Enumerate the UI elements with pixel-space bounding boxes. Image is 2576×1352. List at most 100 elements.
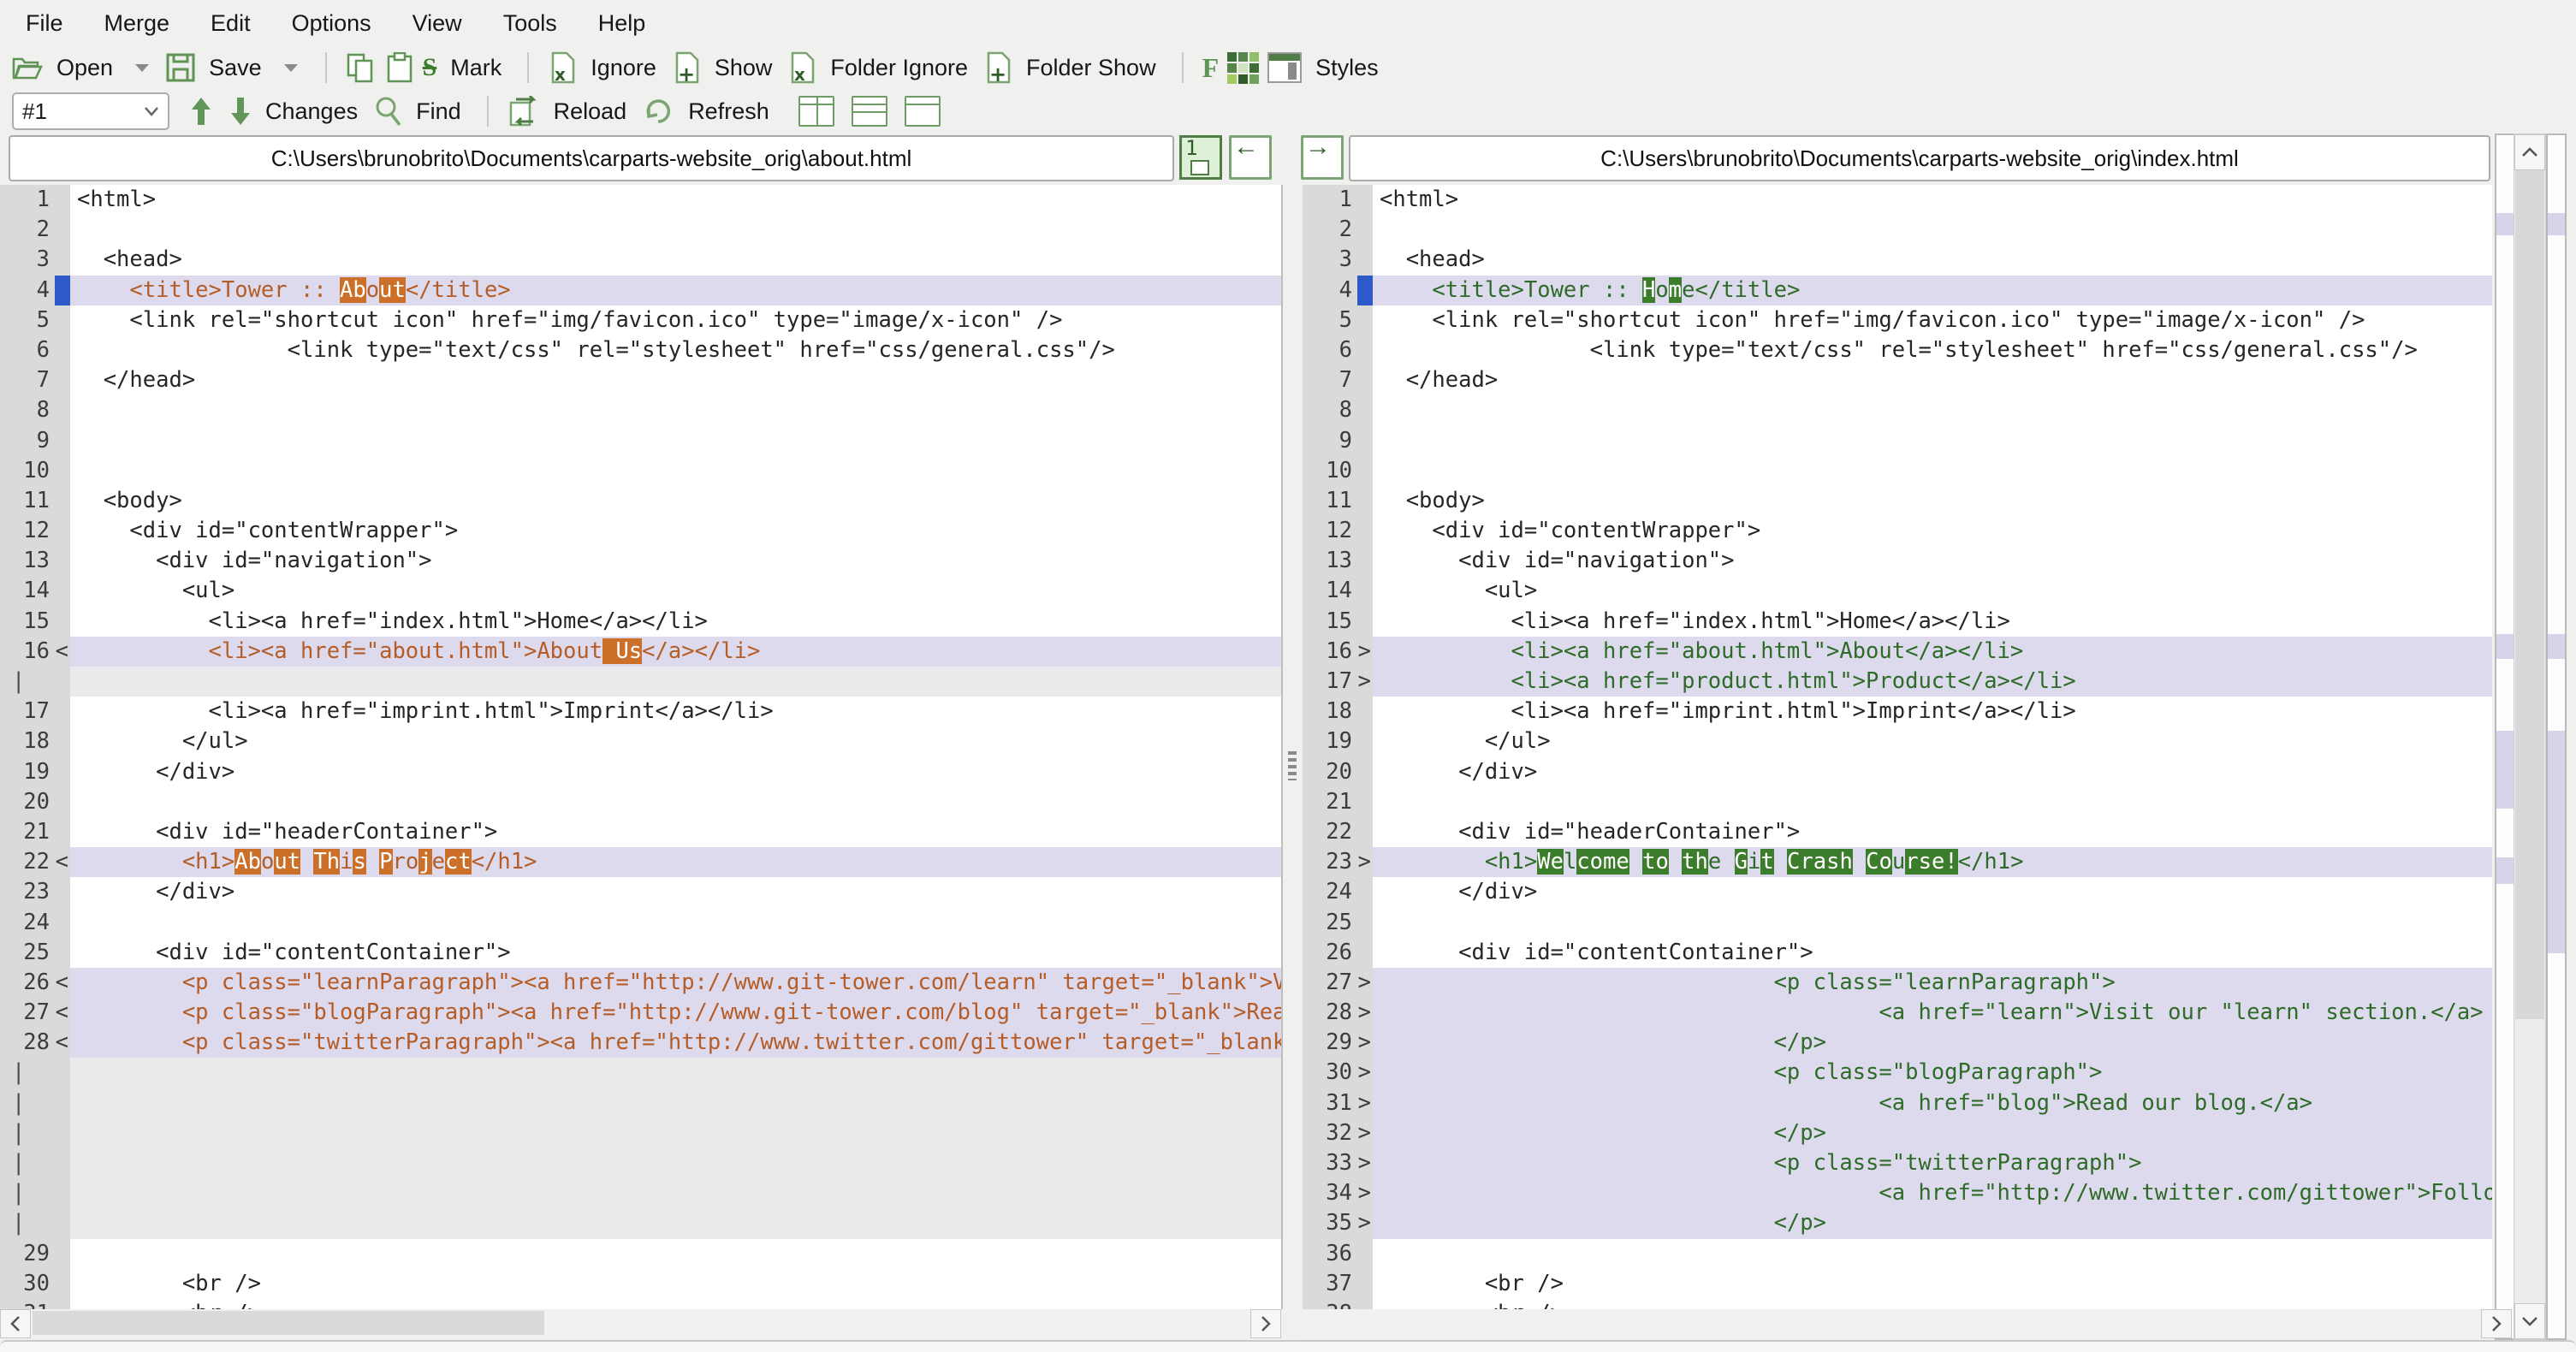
code-row[interactable]: 33 > <p class="twitterParagraph"> [1303, 1148, 2492, 1179]
diff-location-mark[interactable] [2496, 730, 2514, 809]
code-row[interactable]: 31 > <a href="blog">Read our blog.</a> [1303, 1088, 2492, 1118]
code-line-text[interactable]: <head> [1373, 245, 2492, 276]
copy-icon[interactable] [346, 52, 377, 83]
code-row[interactable]: 24 [0, 907, 1281, 938]
code-line-text[interactable]: </div> [1373, 756, 2492, 787]
ghost-row[interactable]: | [0, 1088, 1281, 1118]
code-line-text[interactable] [70, 1178, 1281, 1209]
code-line-text[interactable] [1373, 907, 2492, 938]
scroll-right-icon[interactable] [2481, 1309, 2512, 1338]
scroll-up-icon[interactable] [2514, 134, 2545, 170]
ghost-row[interactable]: | [0, 1058, 1281, 1088]
code-row[interactable]: 30 > <p class="blogParagraph"> [1303, 1058, 2492, 1088]
save-icon[interactable] [166, 53, 195, 82]
code-row[interactable]: 4> <title>Tower :: Home</title> [1303, 275, 2492, 305]
left-horizontal-scrollbar[interactable] [0, 1309, 1281, 1338]
code-row[interactable]: 5 <link rel="shortcut icon" href="img/fa… [1303, 305, 2492, 335]
code-line-text[interactable] [70, 786, 1281, 817]
code-line-text[interactable] [1373, 215, 2492, 246]
code-line-text[interactable]: <link type="text/css" rel="stylesheet" h… [1373, 335, 2492, 366]
code-row[interactable]: 1 <html> [1303, 185, 2492, 216]
code-line-text[interactable]: <h1>Welcome to the Git Crash Course!</h1… [1373, 847, 2492, 878]
code-row[interactable]: 38 <br /> [1303, 1298, 2492, 1309]
code-row[interactable]: 24 </div> [1303, 877, 2492, 908]
code-line-text[interactable]: <a href="blog">Read our blog.</a> [1373, 1088, 2492, 1118]
menu-file[interactable]: File [5, 5, 84, 42]
code-row[interactable]: 32 > </p> [1303, 1118, 2492, 1148]
save-button[interactable]: Save [209, 55, 262, 81]
code-row[interactable]: 12 <div id="contentWrapper"> [1303, 516, 2492, 547]
folder-ignore-button[interactable]: Folder Ignore [830, 55, 968, 81]
colors-grid-icon[interactable] [1227, 51, 1260, 84]
code-row[interactable]: 14 <ul> [0, 576, 1281, 607]
code-row[interactable]: 12 <div id="contentWrapper"> [0, 516, 1281, 547]
code-line-text[interactable]: <li><a href="index.html">Home</a></li> [70, 606, 1281, 637]
code-row[interactable]: 5 <link rel="shortcut icon" href="img/fa… [0, 305, 1281, 335]
code-row[interactable]: 21 <div id="headerContainer"> [0, 816, 1281, 848]
code-row[interactable]: 27 < <p class="blogParagraph"><a href="ht… [0, 998, 1281, 1029]
code-line-text[interactable] [70, 1058, 1281, 1088]
code-row[interactable]: 16 > <li><a href="about.html">About</a></… [1303, 636, 2492, 667]
splitter-grip-icon[interactable] [1288, 751, 1297, 780]
save-dropdown-icon[interactable] [283, 63, 298, 72]
code-row[interactable]: 34 > <a href="http://www.twitter.com/gitt… [1303, 1178, 2492, 1209]
code-line-text[interactable]: <div id="contentWrapper"> [70, 516, 1281, 547]
code-line-text[interactable] [70, 1118, 1281, 1148]
ghost-row[interactable]: | [0, 1148, 1281, 1179]
code-row[interactable]: 13 <div id="navigation"> [0, 546, 1281, 577]
diff-location-mark[interactable] [2548, 634, 2565, 659]
code-line-text[interactable]: </div> [1373, 877, 2492, 908]
code-row[interactable]: 22 < <h1>About This Project</h1> [0, 847, 1281, 878]
code-line-text[interactable] [70, 907, 1281, 938]
show-button[interactable]: Show [715, 55, 773, 81]
code-row[interactable]: 17 > <li><a href="product.html">Product</… [1303, 667, 2492, 697]
code-line-text[interactable]: <body> [70, 485, 1281, 517]
code-row[interactable]: 18 <li><a href="imprint.html">Imprint</a… [1303, 697, 2492, 727]
code-row[interactable]: 30 <br /> [0, 1268, 1281, 1299]
code-line-text[interactable]: <ul> [70, 576, 1281, 607]
open-button[interactable]: Open [56, 55, 113, 81]
code-row[interactable]: 31 <br /> [0, 1298, 1281, 1309]
location-pane-right[interactable] [2546, 133, 2567, 1340]
code-line-text[interactable]: <title>Tower :: Home</title> [1373, 275, 2492, 305]
reload-icon[interactable] [507, 96, 540, 127]
code-line-text[interactable] [1373, 425, 2492, 456]
code-row[interactable]: 29 > </p> [1303, 1028, 2492, 1058]
code-row[interactable]: 6 <link type="text/css" rel="stylesheet"… [1303, 335, 2492, 366]
code-row[interactable]: 7 </head> [1303, 365, 2492, 396]
code-row[interactable]: 14 <ul> [1303, 576, 2492, 607]
code-line-text[interactable]: <p class="twitterParagraph"> [1373, 1148, 2492, 1179]
code-line-text[interactable]: </p> [1373, 1118, 2492, 1148]
diff-location-mark[interactable] [2496, 213, 2514, 235]
code-line-text[interactable]: <p class="blogParagraph"> [1373, 1058, 2492, 1088]
code-line-text[interactable]: <head> [70, 245, 1281, 276]
code-line-text[interactable] [70, 425, 1281, 456]
code-row[interactable]: 2 [1303, 215, 2492, 246]
code-row[interactable]: 7 </head> [0, 365, 1281, 396]
diff-location-mark[interactable] [2548, 730, 2565, 954]
layout-horizontal-split-icon[interactable] [851, 96, 887, 127]
mark-icon[interactable]: S [423, 53, 437, 82]
code-line-text[interactable]: </ul> [70, 726, 1281, 757]
code-line-text[interactable]: <li><a href="product.html">Product</a></… [1373, 667, 2492, 697]
code-row[interactable]: 22 <div id="headerContainer"> [1303, 816, 2492, 848]
code-row[interactable]: 36 [1303, 1238, 2492, 1269]
code-row[interactable]: 19 </div> [0, 756, 1281, 787]
code-line-text[interactable]: <link rel="shortcut icon" href="img/favi… [70, 305, 1281, 335]
scroll-left-icon[interactable] [0, 1309, 31, 1338]
code-row[interactable]: 8 [1303, 395, 2492, 426]
menu-tools[interactable]: Tools [483, 5, 578, 42]
code-line-text[interactable]: <li><a href="imprint.html">Imprint</a></… [1373, 697, 2492, 727]
diff-location-mark[interactable] [2548, 213, 2565, 235]
code-line-text[interactable]: </p> [1373, 1028, 2492, 1058]
next-difference-icon[interactable] [229, 96, 252, 127]
code-row[interactable]: 18 </ul> [0, 726, 1281, 757]
code-line-text[interactable] [1373, 395, 2492, 426]
code-line-text[interactable] [1373, 1238, 2492, 1269]
right-code-pane[interactable]: 1<html>23 <head>4> <title>Tower :: Home<… [1303, 185, 2492, 1309]
code-line-text[interactable]: <br /> [1373, 1268, 2492, 1299]
code-line-text[interactable]: <div id="contentContainer"> [70, 937, 1281, 968]
code-line-text[interactable]: <html> [1373, 185, 2492, 216]
code-row[interactable]: 6 <link type="text/css" rel="stylesheet"… [0, 335, 1281, 366]
code-line-text[interactable]: <p class="learnParagraph"><a href="http:… [70, 967, 1281, 999]
